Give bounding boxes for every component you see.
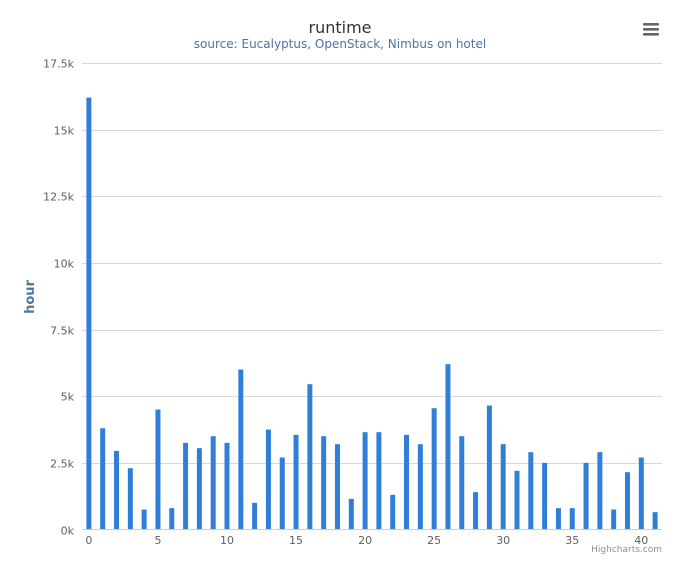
bar[interactable]: [431, 408, 437, 530]
bar[interactable]: [459, 436, 465, 530]
bar[interactable]: [169, 508, 175, 530]
y-tick-label: 15k: [54, 125, 75, 138]
bar[interactable]: [279, 457, 285, 530]
hamburger-menu-icon[interactable]: [638, 17, 664, 41]
y-tick-label: 5k: [61, 391, 75, 404]
bar[interactable]: [404, 434, 410, 530]
bar[interactable]: [542, 462, 548, 530]
grid-lines: [82, 63, 662, 464]
bar[interactable]: [417, 444, 423, 530]
y-tick-label: 10k: [54, 258, 75, 271]
y-tick-label: 2.5k: [50, 458, 74, 471]
bar[interactable]: [569, 508, 575, 530]
bar[interactable]: [307, 384, 313, 530]
bar[interactable]: [293, 434, 299, 530]
x-tick-label: 15: [289, 534, 303, 547]
bar[interactable]: [486, 405, 492, 530]
bar[interactable]: [445, 364, 451, 530]
bar[interactable]: [155, 409, 161, 530]
x-tick-label: 10: [220, 534, 234, 547]
y-tick-label: 17.5k: [43, 58, 74, 71]
bar[interactable]: [638, 457, 644, 530]
x-tick-label: 30: [496, 534, 510, 547]
y-tick-label: 0k: [61, 525, 75, 538]
bar[interactable]: [183, 442, 189, 530]
bar[interactable]: [611, 509, 617, 530]
x-tick-label: 35: [565, 534, 579, 547]
bar[interactable]: [555, 508, 561, 530]
bar[interactable]: [141, 509, 147, 530]
bars: [86, 97, 658, 530]
y-tick-labels: 0k 2.5k 5k 7.5k 10k 12.5k 15k 17.5k: [43, 58, 74, 538]
bar[interactable]: [238, 369, 244, 530]
y-tick-label: 12.5k: [43, 191, 74, 204]
bar[interactable]: [334, 444, 340, 530]
bar[interactable]: [514, 470, 520, 530]
bar[interactable]: [114, 450, 120, 530]
bar-chart: runtime source: Eucalyptus, OpenStack, N…: [23, 17, 664, 555]
credits-link[interactable]: Highcharts.com: [591, 545, 662, 555]
bar[interactable]: [252, 502, 258, 530]
x-tick-label: 25: [427, 534, 441, 547]
bar[interactable]: [528, 452, 534, 530]
bar[interactable]: [583, 462, 589, 530]
bar[interactable]: [362, 432, 368, 530]
bar[interactable]: [224, 442, 230, 530]
bar[interactable]: [624, 472, 630, 530]
bar[interactable]: [265, 429, 271, 530]
bar[interactable]: [86, 97, 92, 530]
bar[interactable]: [321, 436, 327, 530]
bar[interactable]: [196, 448, 202, 530]
x-tick-label: 0: [85, 534, 92, 547]
x-tick-label: 5: [154, 534, 161, 547]
bar[interactable]: [376, 432, 382, 530]
bar[interactable]: [597, 452, 603, 530]
bar[interactable]: [210, 436, 216, 530]
bar[interactable]: [500, 444, 506, 530]
bar[interactable]: [473, 492, 479, 530]
y-tick-label: 7.5k: [50, 325, 74, 338]
bar[interactable]: [390, 494, 396, 530]
x-tick-label: 20: [358, 534, 372, 547]
bar[interactable]: [348, 498, 354, 530]
bar[interactable]: [652, 512, 658, 530]
chart-subtitle: source: Eucalyptus, OpenStack, Nimbus on…: [194, 37, 486, 51]
chart-title: runtime: [308, 18, 371, 37]
bar[interactable]: [100, 428, 106, 530]
bar[interactable]: [127, 468, 133, 530]
x-tick-labels: 0 5 10 15 20 25 30 35 40: [85, 534, 648, 547]
y-axis-label: hour: [23, 279, 38, 313]
